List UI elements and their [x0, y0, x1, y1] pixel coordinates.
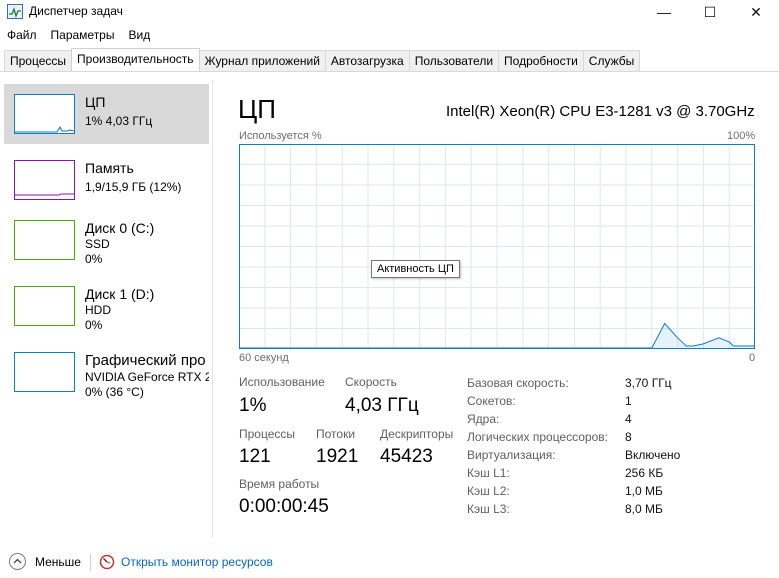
- resource-item-disk-0[interactable]: Диск 0 (C:) SSD 0%: [4, 210, 209, 270]
- open-resource-monitor-link[interactable]: Открыть монитор ресурсов: [121, 555, 273, 569]
- menu-view[interactable]: Вид: [121, 26, 157, 46]
- task-manager-icon: [7, 4, 23, 19]
- disk-1-thumbnail-graph: [14, 286, 75, 326]
- resource-item-disk-1[interactable]: Диск 1 (D:) HDD 0%: [4, 276, 209, 336]
- spec-value: 8: [625, 430, 632, 444]
- disk-0-thumbnail-graph: [14, 220, 75, 260]
- tab-bar: Процессы Производительность Журнал прило…: [4, 48, 641, 72]
- page-title: ЦП: [238, 94, 276, 124]
- resource-detail: 0% (36 °C): [85, 385, 144, 399]
- resource-detail: 0%: [85, 252, 103, 266]
- resource-item-cpu[interactable]: ЦП 1% 4,03 ГГц: [4, 84, 209, 144]
- footer-divider: [90, 554, 91, 571]
- spec-value: 4: [625, 412, 632, 426]
- resource-title: Память: [85, 160, 134, 176]
- footer: Меньше Открыть монитор ресурсов: [0, 548, 779, 578]
- spec-value: 256 КБ: [625, 466, 664, 480]
- resource-title: Графический про: [85, 352, 206, 369]
- spec-label: Логических процессоров:: [467, 430, 608, 444]
- close-button[interactable]: ✕: [733, 0, 779, 24]
- threads-value: 1921: [316, 446, 359, 467]
- tab-app-history[interactable]: Журнал приложений: [198, 50, 326, 71]
- resource-item-memory[interactable]: Память 1,9/15,9 ГБ (12%): [4, 150, 209, 210]
- handles-label: Дескрипторы: [380, 427, 454, 441]
- resource-detail: 1% 4,03 ГГц: [85, 114, 153, 128]
- chevron-up-icon[interactable]: [9, 553, 26, 570]
- handles-value: 45423: [380, 446, 433, 467]
- window-title: Диспетчер задач: [29, 4, 123, 18]
- menu-file[interactable]: Файл: [0, 26, 44, 46]
- spec-label: Сокетов:: [467, 394, 516, 408]
- graph-x-end-label: 0: [749, 352, 756, 364]
- utilization-label: Использование: [239, 375, 325, 389]
- speed-value: 4,03 ГГц: [345, 395, 419, 416]
- resource-title: ЦП: [85, 94, 106, 110]
- uptime-value: 0:00:00:45: [239, 496, 329, 517]
- tab-startup[interactable]: Автозагрузка: [324, 50, 410, 71]
- uptime-label: Время работы: [239, 477, 320, 491]
- spec-label: Кэш L3:: [467, 502, 510, 516]
- utilization-value: 1%: [239, 395, 267, 416]
- gpu-thumbnail-graph: [14, 352, 75, 392]
- spec-value: Включено: [625, 448, 681, 462]
- spec-label: Ядра:: [467, 412, 500, 426]
- tab-divider: [0, 71, 779, 72]
- cpu-usage-graph[interactable]: [239, 144, 755, 349]
- menu-bar: Файл Параметры Вид: [0, 26, 157, 46]
- resource-title: Диск 1 (D:): [85, 286, 155, 302]
- resource-detail: 0%: [85, 318, 103, 332]
- spec-label: Кэш L2:: [467, 484, 510, 498]
- tab-performance[interactable]: Производительность: [71, 48, 200, 72]
- maximize-button[interactable]: ☐: [687, 0, 733, 24]
- fewer-details-button[interactable]: Меньше: [35, 555, 81, 569]
- spec-value: 1,0 МБ: [625, 484, 663, 498]
- spec-value: 1: [625, 394, 632, 408]
- resource-detail: SSD: [85, 237, 110, 251]
- menu-options[interactable]: Параметры: [44, 26, 122, 46]
- cpu-thumbnail-graph: [14, 94, 75, 134]
- title-bar: Диспетчер задач — ☐ ✕: [0, 0, 779, 24]
- memory-thumbnail-graph: [14, 160, 75, 200]
- tab-users[interactable]: Пользователи: [408, 50, 500, 71]
- spec-label: Виртуализация:: [467, 448, 556, 462]
- resource-detail: 1,9/15,9 ГБ (12%): [85, 180, 182, 194]
- spec-value: 8,0 МБ: [625, 502, 663, 516]
- graph-y-max-label: 100%: [727, 130, 756, 142]
- spec-label: Базовая скорость:: [467, 376, 569, 390]
- graph-tooltip: Активность ЦП: [371, 260, 460, 278]
- resource-list: ЦП 1% 4,03 ГГц Память 1,9/15,9 ГБ (12%) …: [0, 80, 213, 538]
- resource-detail: HDD: [85, 303, 111, 317]
- minimize-button[interactable]: —: [641, 0, 687, 24]
- threads-label: Потоки: [316, 427, 356, 441]
- tab-details[interactable]: Подробности: [498, 50, 584, 71]
- tab-services[interactable]: Службы: [582, 50, 641, 71]
- spec-label: Кэш L1:: [467, 466, 510, 480]
- resource-detail: NVIDIA GeForce RTX 206: [85, 370, 209, 384]
- cpu-model-name: Intel(R) Xeon(R) CPU E3-1281 v3 @ 3.70GH…: [446, 103, 755, 120]
- speed-label: Скорость: [345, 375, 397, 389]
- processes-value: 121: [239, 446, 271, 467]
- resource-item-gpu[interactable]: Графический про NVIDIA GeForce RTX 206 0…: [4, 342, 209, 402]
- resource-monitor-icon[interactable]: [99, 554, 115, 570]
- tab-processes[interactable]: Процессы: [4, 50, 73, 71]
- processes-label: Процессы: [239, 427, 296, 441]
- graph-y-label: Используется %: [239, 130, 322, 142]
- resource-title: Диск 0 (C:): [85, 220, 155, 236]
- spec-value: 3,70 ГГц: [625, 376, 672, 390]
- graph-x-start-label: 60 секунд: [239, 352, 289, 364]
